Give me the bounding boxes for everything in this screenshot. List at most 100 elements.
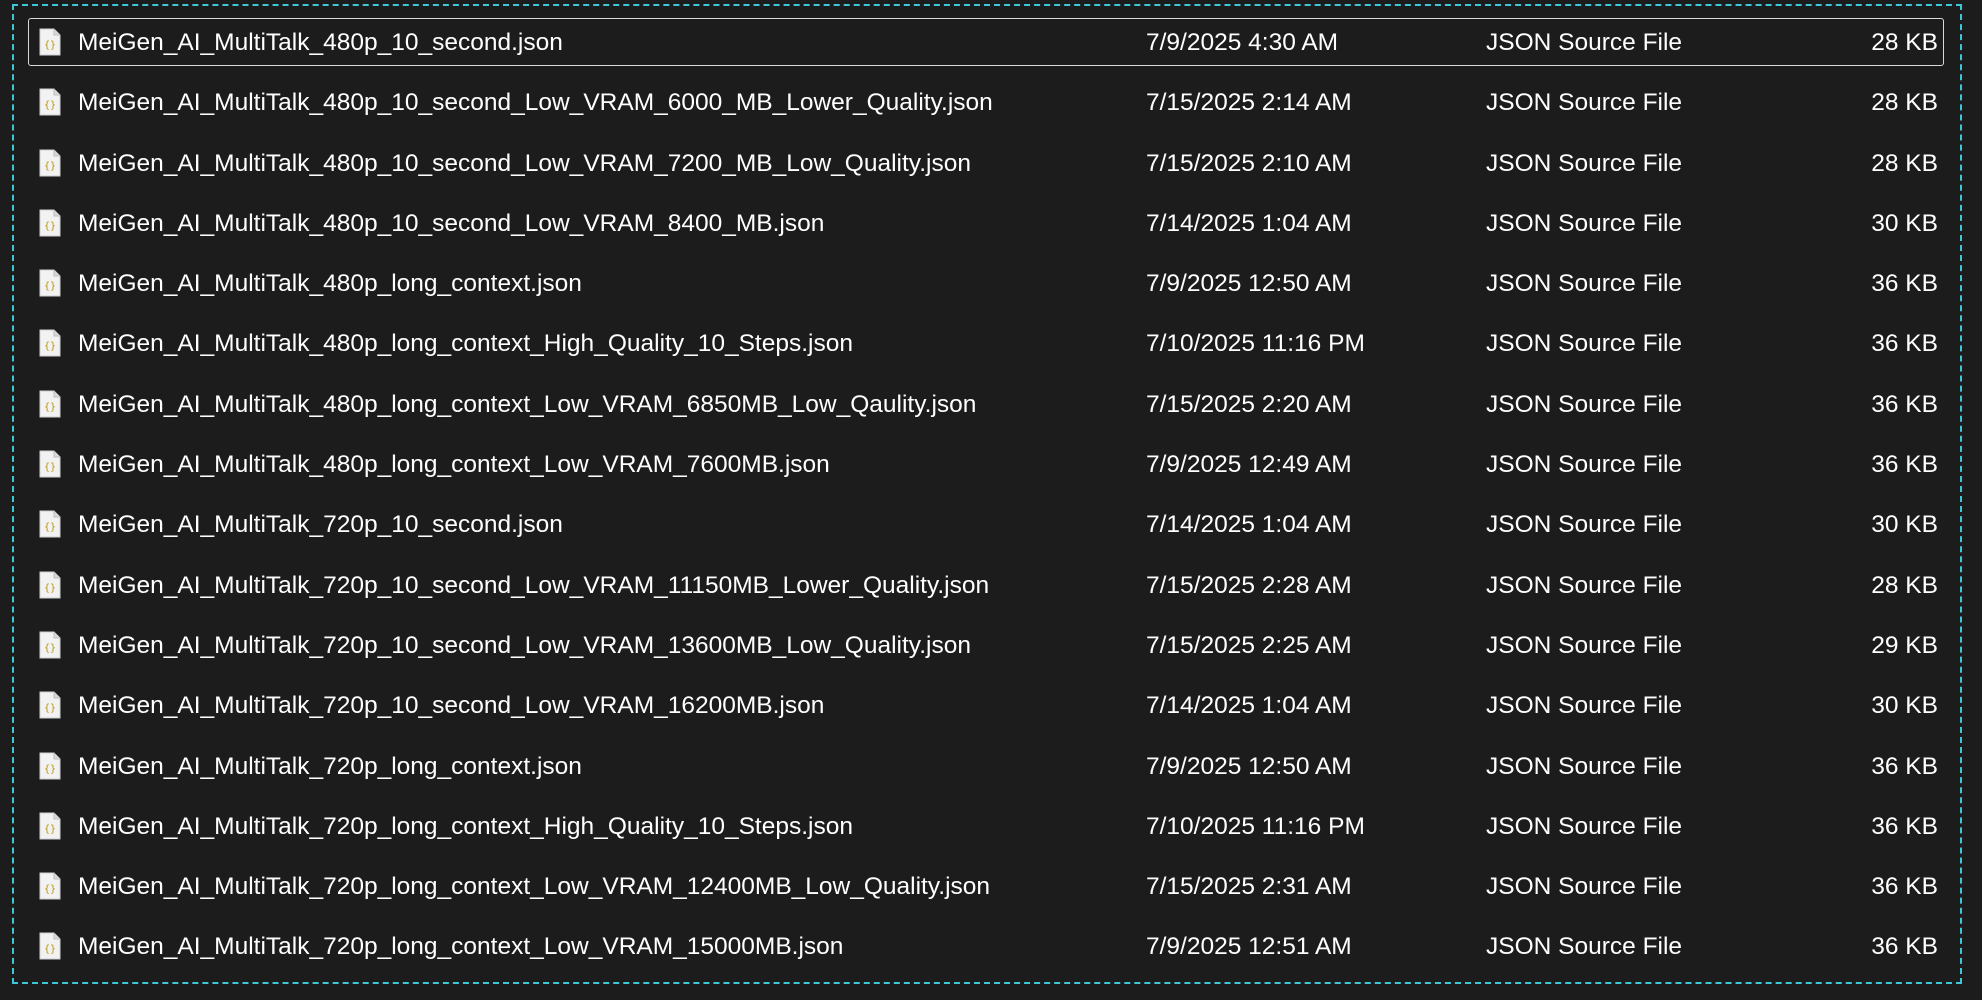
file-name: MeiGen_AI_MultiTalk_720p_long_context_Hi… — [78, 812, 853, 840]
file-row[interactable]: {} MeiGen_AI_MultiTalk_720p_10_second_Lo… — [28, 559, 1944, 619]
svg-text:{}: {} — [44, 703, 56, 714]
file-size: 28 KB — [1871, 571, 1938, 599]
svg-text:{}: {} — [44, 40, 56, 51]
file-type: JSON Source File — [1486, 631, 1683, 659]
file-date-modified: 7/15/2025 2:14 AM — [1146, 89, 1352, 117]
file-name: MeiGen_AI_MultiTalk_720p_long_context.js… — [78, 752, 582, 780]
file-type: JSON Source File — [1486, 933, 1683, 961]
file-row[interactable]: {} MeiGen_AI_MultiTalk_720p_10_second_Lo… — [28, 619, 1944, 679]
file-row[interactable]: {} MeiGen_AI_MultiTalk_720p_long_context… — [28, 860, 1944, 920]
json-file-icon: {} — [39, 329, 61, 357]
file-name: MeiGen_AI_MultiTalk_480p_long_context_Hi… — [78, 330, 853, 358]
file-explorer-window: {} MeiGen_AI_MultiTalk_480p_10_second.js… — [0, 0, 1982, 1000]
file-size: 36 KB — [1871, 752, 1938, 780]
file-name: MeiGen_AI_MultiTalk_480p_long_context_Lo… — [78, 390, 977, 418]
file-date-modified: 7/15/2025 2:20 AM — [1146, 390, 1352, 418]
file-name: MeiGen_AI_MultiTalk_480p_10_second_Low_V… — [78, 209, 825, 237]
json-file-icon: {} — [39, 872, 61, 900]
file-name: MeiGen_AI_MultiTalk_720p_10_second_Low_V… — [78, 692, 825, 720]
file-date-modified: 7/15/2025 2:31 AM — [1146, 873, 1352, 901]
file-date-modified: 7/9/2025 4:30 AM — [1146, 29, 1339, 56]
file-name: MeiGen_AI_MultiTalk_720p_10_second_Low_V… — [78, 571, 990, 599]
file-row[interactable]: {} MeiGen_AI_MultiTalk_480p_long_context… — [28, 317, 1944, 377]
file-size: 28 KB — [1871, 29, 1938, 56]
file-date-modified: 7/14/2025 1:04 AM — [1146, 511, 1352, 539]
file-rows: {} MeiGen_AI_MultiTalk_480p_10_second.js… — [28, 16, 1944, 981]
file-type: JSON Source File — [1486, 209, 1683, 237]
file-list[interactable]: {} MeiGen_AI_MultiTalk_480p_10_second.js… — [12, 4, 1962, 984]
json-file-icon: {} — [39, 149, 61, 177]
file-type: JSON Source File — [1486, 390, 1683, 418]
file-row[interactable]: {} MeiGen_AI_MultiTalk_720p_long_context… — [28, 800, 1944, 860]
json-file-icon: {} — [39, 269, 61, 297]
file-type: JSON Source File — [1486, 752, 1683, 780]
file-type: JSON Source File — [1486, 692, 1683, 720]
file-date-modified: 7/14/2025 1:04 AM — [1146, 692, 1352, 720]
file-type: JSON Source File — [1486, 270, 1683, 298]
file-type: JSON Source File — [1486, 511, 1683, 539]
file-name: MeiGen_AI_MultiTalk_480p_10_second_Low_V… — [78, 149, 971, 177]
file-size: 30 KB — [1871, 692, 1938, 720]
file-row[interactable]: {} MeiGen_AI_MultiTalk_480p_10_second_Lo… — [28, 76, 1944, 136]
file-type: JSON Source File — [1486, 571, 1683, 599]
svg-text:{}: {} — [44, 643, 56, 654]
file-date-modified: 7/15/2025 2:25 AM — [1146, 631, 1352, 659]
file-row[interactable]: {} MeiGen_AI_MultiTalk_480p_long_context… — [28, 438, 1944, 498]
file-row[interactable]: {} MeiGen_AI_MultiTalk_720p_10_second_Lo… — [28, 679, 1944, 739]
svg-text:{}: {} — [44, 583, 56, 594]
json-file-icon: {} — [39, 390, 61, 418]
file-row[interactable]: {} MeiGen_AI_MultiTalk_720p_long_context… — [28, 740, 1944, 800]
json-file-icon: {} — [39, 691, 61, 719]
svg-text:{}: {} — [44, 161, 56, 172]
svg-text:{}: {} — [44, 281, 56, 292]
json-file-icon: {} — [39, 88, 61, 116]
file-date-modified: 7/14/2025 1:04 AM — [1146, 209, 1352, 237]
file-type: JSON Source File — [1486, 451, 1683, 479]
file-size: 36 KB — [1871, 451, 1938, 479]
file-row[interactable]: {} MeiGen_AI_MultiTalk_480p_long_context… — [28, 378, 1944, 438]
file-date-modified: 7/15/2025 2:10 AM — [1146, 149, 1352, 177]
svg-text:{}: {} — [44, 884, 56, 895]
file-name: MeiGen_AI_MultiTalk_480p_10_second.json — [78, 29, 563, 56]
file-size: 36 KB — [1871, 812, 1938, 840]
file-name: MeiGen_AI_MultiTalk_720p_long_context_Lo… — [78, 933, 844, 961]
file-size: 30 KB — [1871, 209, 1938, 237]
file-date-modified: 7/10/2025 11:16 PM — [1146, 812, 1365, 840]
file-type: JSON Source File — [1486, 330, 1683, 358]
json-file-icon: {} — [39, 631, 61, 659]
file-date-modified: 7/15/2025 2:28 AM — [1146, 571, 1352, 599]
svg-text:{}: {} — [44, 522, 56, 533]
file-row[interactable]: {} MeiGen_AI_MultiTalk_720p_long_context… — [28, 920, 1944, 980]
json-file-icon: {} — [39, 752, 61, 780]
file-row[interactable]: {} MeiGen_AI_MultiTalk_480p_10_second_Lo… — [28, 197, 1944, 257]
file-row-selected[interactable]: {} MeiGen_AI_MultiTalk_480p_10_second.js… — [28, 16, 1944, 76]
file-size: 30 KB — [1871, 511, 1938, 539]
file-size: 36 KB — [1871, 390, 1938, 418]
svg-text:{}: {} — [44, 462, 56, 473]
file-type: JSON Source File — [1486, 149, 1683, 177]
file-name: MeiGen_AI_MultiTalk_720p_10_second_Low_V… — [78, 631, 971, 659]
file-name: MeiGen_AI_MultiTalk_720p_long_context_Lo… — [78, 873, 991, 901]
svg-text:{}: {} — [44, 764, 56, 775]
json-file-icon: {} — [39, 28, 61, 56]
json-file-icon: {} — [39, 209, 61, 237]
file-row[interactable]: {} MeiGen_AI_MultiTalk_480p_long_context… — [28, 257, 1944, 317]
file-type: JSON Source File — [1486, 873, 1683, 901]
file-size: 29 KB — [1871, 631, 1938, 659]
file-date-modified: 7/10/2025 11:16 PM — [1146, 330, 1365, 358]
file-size: 28 KB — [1871, 149, 1938, 177]
json-file-icon: {} — [39, 571, 61, 599]
file-row[interactable]: {} MeiGen_AI_MultiTalk_720p_10_second.js… — [28, 498, 1944, 558]
svg-text:{}: {} — [44, 221, 56, 232]
json-file-icon: {} — [39, 812, 61, 840]
svg-text:{}: {} — [44, 100, 56, 111]
file-date-modified: 7/9/2025 12:50 AM — [1146, 270, 1352, 298]
file-date-modified: 7/9/2025 12:50 AM — [1146, 752, 1352, 780]
file-date-modified: 7/9/2025 12:49 AM — [1146, 451, 1352, 479]
svg-text:{}: {} — [44, 944, 56, 955]
file-name: MeiGen_AI_MultiTalk_480p_long_context.js… — [78, 270, 582, 298]
file-size: 36 KB — [1871, 270, 1938, 298]
svg-text:{}: {} — [44, 341, 56, 352]
svg-text:{}: {} — [44, 402, 56, 413]
file-row[interactable]: {} MeiGen_AI_MultiTalk_480p_10_second_Lo… — [28, 137, 1944, 197]
